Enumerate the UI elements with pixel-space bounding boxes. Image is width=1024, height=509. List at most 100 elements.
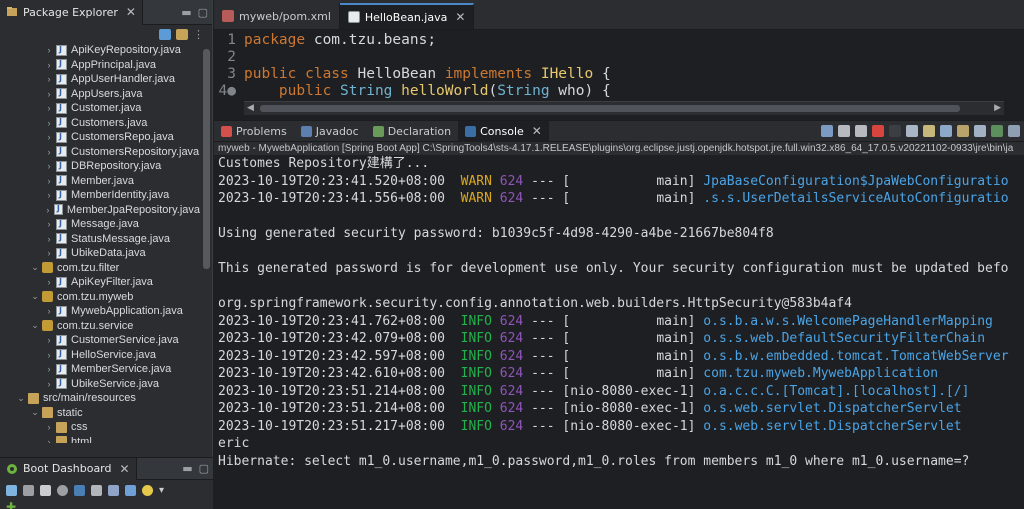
chevron-right-icon[interactable]: › [44,306,54,316]
java-file-item[interactable]: › StatusMessage.java [0,232,200,247]
chevron-right-icon[interactable]: › [44,437,54,443]
java-file-item[interactable]: › ApiKeyRepository.java [0,43,200,58]
package-item[interactable]: ⌄ com.tzu.filter [0,261,200,276]
java-file-item[interactable]: › Customer.java [0,101,200,116]
filter-icon[interactable]: ▾ [159,485,164,496]
show-stdout-icon[interactable] [957,125,969,137]
chevron-right-icon[interactable]: › [44,147,54,157]
java-file-item[interactable]: › Member.java [0,174,200,189]
debug-icon[interactable] [23,484,34,496]
chevron-right-icon[interactable]: › [44,190,54,200]
tab-javadoc[interactable]: Javadoc [294,121,366,142]
tab-console[interactable]: Console ✕ [458,120,549,142]
chevron-right-icon[interactable]: › [44,103,54,113]
terminate-icon[interactable] [872,125,884,137]
link-with-editor-icon[interactable] [176,28,188,40]
tab-declaration[interactable]: Declaration [366,121,458,142]
chevron-right-icon[interactable]: › [44,45,54,55]
folder-item[interactable]: ⌄ src/main/resources [0,391,200,406]
code-line[interactable]: 3 public class HelloBean implements IHell… [214,66,1024,83]
chevron-right-icon[interactable]: › [44,350,54,360]
tab-pom-xml[interactable]: myweb/pom.xml [214,3,340,29]
minimize-icon[interactable]: ▬ [181,6,191,19]
view-menu-icon[interactable]: ⋮ [193,28,204,41]
tab-hellobean-java[interactable]: HelloBean.java ✕ [339,3,475,29]
close-icon[interactable]: ✕ [455,10,465,24]
chevron-down-icon[interactable]: ⌄ [30,407,40,418]
folder-item[interactable]: ⌄ static [0,406,200,421]
close-icon[interactable]: ✕ [120,462,130,476]
java-file-item[interactable]: › CustomersRepository.java [0,145,200,160]
chevron-right-icon[interactable]: › [44,118,54,128]
chevron-right-icon[interactable]: › [44,161,54,171]
chevron-right-icon[interactable]: › [44,335,54,345]
java-file-item[interactable]: › HelloService.java [0,348,200,363]
java-file-item[interactable]: › DBRepository.java [0,159,200,174]
chevron-right-icon[interactable]: › [44,219,54,229]
remove-launch-icon[interactable] [838,125,850,137]
java-file-item[interactable]: › ApiKeyFilter.java [0,275,200,290]
java-file-item[interactable]: › UbikeData.java [0,246,200,261]
maximize-icon[interactable]: ▢ [198,6,208,19]
chevron-right-icon[interactable]: › [44,364,54,374]
scroll-right-icon[interactable]: ▶ [994,103,1001,113]
maximize-icon[interactable]: ▢ [199,462,209,475]
chevron-right-icon[interactable]: › [44,277,54,287]
remove-all-icon[interactable] [855,125,867,137]
collapse-all-icon[interactable] [159,28,171,40]
chevron-right-icon[interactable]: › [44,60,54,70]
package-item[interactable]: ⌄ com.tzu.service [0,319,200,334]
lightbulb-icon[interactable] [142,484,153,496]
package-explorer-tab[interactable]: Package Explorer ✕ [0,0,143,25]
minimize-icon[interactable]: ▬ [182,462,192,475]
java-file-item[interactable]: › MemberService.java [0,362,200,377]
java-file-item[interactable]: › AppUsers.java [0,87,200,102]
scroll-left-icon[interactable]: ◀ [247,103,254,113]
java-file-item[interactable]: › MywebApplication.java [0,304,200,319]
refresh-icon[interactable] [91,484,102,496]
java-file-item[interactable]: › CustomersRepo.java [0,130,200,145]
show-stderr-icon[interactable] [974,125,986,137]
code-line[interactable]: 2 [214,49,1024,66]
clear-console-icon[interactable] [906,125,918,137]
java-file-item[interactable]: › MemberIdentity.java [0,188,200,203]
properties-icon[interactable] [125,484,136,496]
chevron-down-icon[interactable]: ⌄ [16,393,26,404]
tree-scrollbar[interactable] [201,43,211,443]
word-wrap-icon[interactable] [940,125,952,137]
stop-icon[interactable] [40,484,51,496]
java-file-item[interactable]: › Customers.java [0,116,200,131]
boot-dashboard-tab[interactable]: Boot Dashboard ✕ [0,457,137,480]
close-icon[interactable]: ✕ [532,124,542,138]
code-line[interactable]: 1 package com.tzu.beans; [214,32,1024,49]
java-file-item[interactable]: › MemberJpaRepository.java [0,203,200,218]
console-output[interactable]: Customes Repository建構了... 2023-10-19T20:2… [214,155,1024,509]
chevron-right-icon[interactable]: › [44,176,54,186]
open-console-icon[interactable] [74,484,85,496]
add-icon[interactable]: ✚ [0,500,213,509]
restart-icon[interactable] [6,484,17,496]
code-line[interactable]: 4● public String helloWorld(String who) … [214,83,1024,100]
chevron-right-icon[interactable]: › [44,379,54,389]
scroll-lock-icon[interactable] [923,125,935,137]
close-icon[interactable]: ✕ [126,5,136,19]
chevron-down-icon[interactable]: ⌄ [30,291,40,302]
java-file-item[interactable]: › Message.java [0,217,200,232]
folder-item[interactable]: › html [0,435,200,443]
chevron-right-icon[interactable]: › [44,74,54,84]
java-file-item[interactable]: › AppUserHandler.java [0,72,200,87]
open-console-icon[interactable] [1008,125,1020,137]
edit-icon[interactable] [108,484,119,496]
code-editor[interactable]: 1 package com.tzu.beans; 2 3 public class He… [214,30,1024,100]
display-console-icon[interactable] [991,125,1003,137]
java-file-item[interactable]: › UbikeService.java [0,377,200,392]
chevron-right-icon[interactable]: › [44,132,54,142]
chevron-right-icon[interactable]: › [44,89,54,99]
chevron-down-icon[interactable]: ⌄ [30,262,40,273]
tab-problems[interactable]: Problems [214,121,294,142]
chevron-right-icon[interactable]: › [44,248,54,258]
chevron-right-icon[interactable]: › [44,205,52,215]
open-web-icon[interactable] [57,484,68,496]
chevron-right-icon[interactable]: › [44,422,54,432]
editor-horizontal-scrollbar[interactable]: ◀ ▶ [244,101,1004,115]
